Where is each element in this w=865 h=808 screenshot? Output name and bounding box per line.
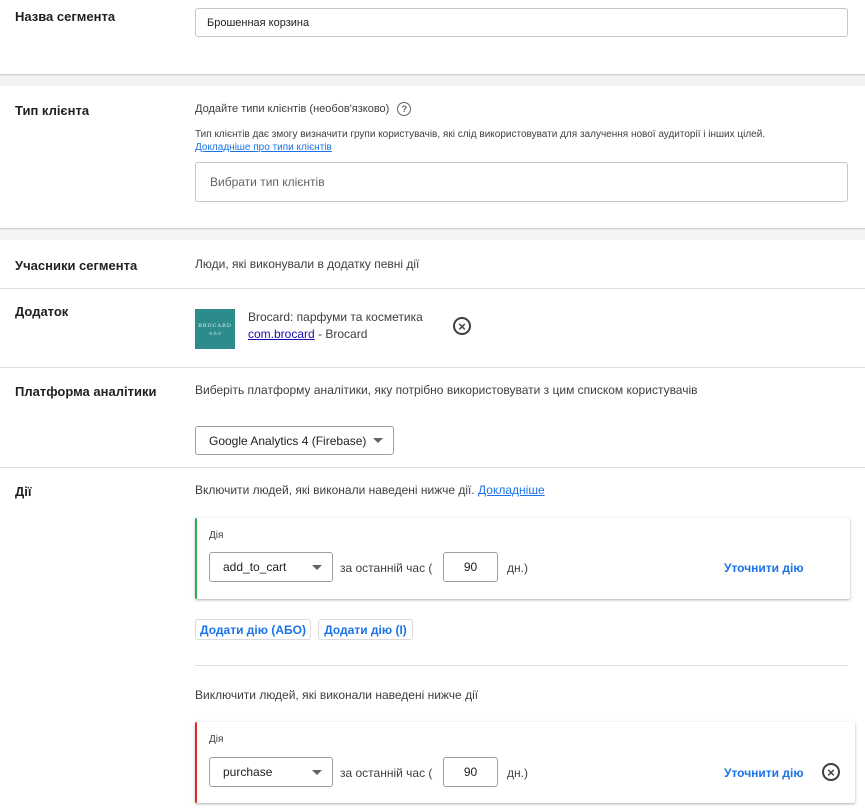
include-action-card: Дія add_to_cart за останній час ( 90 дн.… xyxy=(195,518,850,599)
exclude-period-prefix: за останній час ( xyxy=(340,766,433,780)
segment-members-value: Люди, які виконували в додатку певні дії xyxy=(195,257,420,271)
customer-type-label: Тип клієнта xyxy=(15,103,90,118)
exclude-action-title: Дія xyxy=(209,734,224,745)
customer-type-description: Тип клієнтів дає змогу визначити групи к… xyxy=(195,129,766,140)
include-learn-more-link[interactable]: Докладніше xyxy=(478,483,545,497)
exclude-period-suffix: дн.) xyxy=(507,766,528,780)
customer-type-heading: Додайте типи клієнтів (необов'язково) ? xyxy=(195,102,412,116)
include-event-selected: add_to_cart xyxy=(223,560,287,574)
exclude-refine-action-button[interactable]: Уточнити дію xyxy=(724,766,804,780)
exclude-action-card: Дія purchase за останній час ( 90 дн.) У… xyxy=(195,722,855,803)
analytics-platform-label: Платформа аналітики xyxy=(15,384,157,399)
row-divider xyxy=(0,367,865,368)
include-refine-action-button[interactable]: Уточнити дію xyxy=(724,561,804,575)
chevron-down-icon xyxy=(312,769,322,775)
app-package-link[interactable]: com.brocard xyxy=(248,327,315,341)
section-separator xyxy=(0,228,865,240)
app-name: Brocard: парфуми та косметика xyxy=(248,310,423,324)
app-logo: BROCARD ᐊ ⁂ ᐅ xyxy=(195,309,235,349)
exclude-text: Виключити людей, які виконали наведені н… xyxy=(195,688,479,702)
app-logo-subtext: ᐊ ⁂ ᐅ xyxy=(208,330,222,336)
exclude-event-selected: purchase xyxy=(223,765,273,779)
app-label: Додаток xyxy=(15,304,69,319)
app-package-line: com.brocard - Brocard xyxy=(248,327,367,341)
row-divider xyxy=(0,467,865,468)
chevron-down-icon xyxy=(312,564,322,570)
exclude-event-dropdown[interactable]: purchase xyxy=(209,757,333,787)
include-period-suffix: дн.) xyxy=(507,561,528,575)
help-icon[interactable]: ? xyxy=(397,102,412,116)
customer-type-select[interactable]: Вибрати тип клієнтів xyxy=(195,162,848,202)
include-text: Включити людей, які виконали наведені ни… xyxy=(195,483,475,497)
analytics-platform-selected: Google Analytics 4 (Firebase) xyxy=(209,433,367,448)
segment-name-input[interactable]: Брошенная корзина xyxy=(195,8,848,37)
app-logo-text: BROCARD xyxy=(198,322,232,329)
customer-type-heading-text: Додайте типи клієнтів (необов'язково) xyxy=(195,103,390,115)
segment-name-label: Назва сегмента xyxy=(15,9,116,24)
customer-type-learn-more-link[interactable]: Докладніше про типи клієнтів xyxy=(195,142,332,153)
section-separator xyxy=(0,74,865,86)
analytics-platform-dropdown[interactable]: Google Analytics 4 (Firebase) xyxy=(195,426,394,455)
add-action-and-button[interactable]: Додати дію (І) xyxy=(318,619,413,640)
row-divider xyxy=(0,288,865,289)
add-action-or-button[interactable]: Додати дію (АБО) xyxy=(195,619,311,640)
segment-members-label: Учасники сегмента xyxy=(15,258,138,273)
include-event-dropdown[interactable]: add_to_cart xyxy=(209,552,333,582)
exclude-days-input[interactable]: 90 xyxy=(443,757,498,787)
actions-divider xyxy=(195,665,848,666)
actions-label: Дії xyxy=(15,484,32,499)
app-developer: - Brocard xyxy=(314,327,368,341)
include-days-input[interactable]: 90 xyxy=(443,552,498,582)
remove-action-icon[interactable]: × xyxy=(822,763,840,781)
include-period-prefix: за останній час ( xyxy=(340,561,433,575)
include-action-title: Дія xyxy=(209,530,224,541)
chevron-down-icon xyxy=(373,438,383,443)
analytics-platform-description: Виберіть платформу аналітики, яку потріб… xyxy=(195,383,698,397)
remove-app-icon[interactable]: × xyxy=(453,317,471,335)
include-text-line: Включити людей, які виконали наведені ни… xyxy=(195,483,545,497)
